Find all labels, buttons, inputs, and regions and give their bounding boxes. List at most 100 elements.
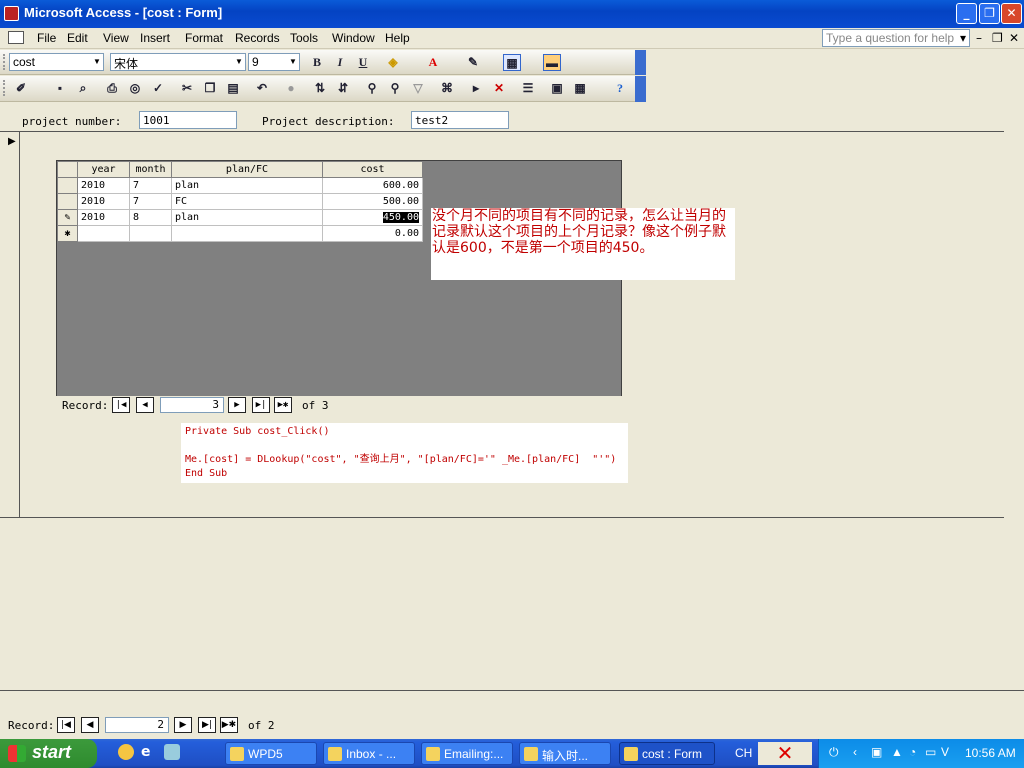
previous-record-button[interactable]: ◀: [81, 717, 99, 733]
paste-icon[interactable]: ▤: [224, 80, 242, 97]
month-cell[interactable]: 7: [129, 193, 172, 210]
toolbar-grip[interactable]: [3, 80, 6, 96]
filter-by-selection-icon[interactable]: ⚲: [363, 80, 381, 97]
plan-fc-cell[interactable]: plan: [171, 209, 323, 226]
year-cell[interactable]: 2010: [77, 193, 130, 210]
quicklaunch-app-icon[interactable]: [164, 744, 180, 760]
object-combo[interactable]: cost ▼: [9, 53, 104, 71]
new-record-button[interactable]: ▶✱: [220, 717, 238, 733]
year-cell[interactable]: [77, 225, 130, 242]
record-selector[interactable]: ▶: [0, 131, 20, 518]
security-icon[interactable]: ▲: [891, 745, 903, 759]
toolbar-grip[interactable]: [3, 54, 6, 70]
help-icon[interactable]: ?: [611, 80, 629, 97]
cost-cell[interactable]: 600.00: [322, 177, 423, 194]
month-cell[interactable]: [129, 225, 172, 242]
select-all-cell[interactable]: [57, 161, 78, 178]
mdi-minimize-icon[interactable]: –: [976, 31, 982, 45]
find-icon[interactable]: ⌘: [438, 80, 456, 97]
cost-cell-selected[interactable]: 450.00: [322, 209, 423, 226]
year-cell[interactable]: 2010: [77, 209, 130, 226]
mdi-close-icon[interactable]: ✕: [1009, 31, 1019, 45]
save-icon[interactable]: ▪: [51, 80, 69, 97]
delete-record-icon[interactable]: ✕: [490, 80, 508, 97]
first-record-button[interactable]: |◀: [57, 717, 75, 733]
plan-fc-cell[interactable]: plan: [171, 177, 323, 194]
column-header-year[interactable]: year: [77, 161, 130, 178]
chevron-down-icon[interactable]: ▼: [287, 54, 299, 70]
sort-ascending-icon[interactable]: ⇅: [311, 80, 329, 97]
internet-explorer-icon[interactable]: e: [141, 744, 157, 760]
menu-view[interactable]: View: [103, 31, 129, 45]
apply-filter-icon[interactable]: ▽: [409, 80, 427, 97]
cost-cell[interactable]: 500.00: [322, 193, 423, 210]
next-record-button[interactable]: ▶: [174, 717, 192, 733]
task-cost-form[interactable]: cost : Form: [619, 742, 715, 765]
power-icon[interactable]: ⏻: [829, 745, 839, 760]
vpn-icon[interactable]: V: [941, 745, 949, 759]
line-width-icon[interactable]: ▬: [543, 54, 561, 71]
italic-button[interactable]: I: [331, 54, 349, 71]
project-description-field[interactable]: test2: [411, 111, 509, 129]
menu-tools[interactable]: Tools: [290, 31, 318, 45]
previous-record-button[interactable]: ◀: [136, 397, 154, 413]
line-color-icon[interactable]: ✎: [464, 54, 482, 71]
column-header-plan-fc[interactable]: plan/FC: [171, 161, 323, 178]
chevron-down-icon[interactable]: ▼: [233, 54, 245, 70]
minimize-button[interactable]: _: [956, 3, 977, 24]
toolbar-options-icon[interactable]: [635, 76, 646, 102]
task-input[interactable]: 输入时...: [519, 742, 611, 765]
project-number-field[interactable]: 1001: [139, 111, 237, 129]
font-size-combo[interactable]: 9 ▼: [248, 53, 300, 71]
mdi-restore-icon[interactable]: ❐: [992, 31, 1003, 45]
toolbar-options-icon[interactable]: [635, 50, 646, 75]
help-search-input[interactable]: Type a question for help: [822, 29, 970, 47]
tray-expand-icon[interactable]: ‹: [853, 745, 857, 759]
task-ch[interactable]: CH: [729, 742, 753, 765]
menu-records[interactable]: Records: [235, 31, 280, 45]
year-cell[interactable]: 2010: [77, 177, 130, 194]
menu-window[interactable]: Window: [332, 31, 375, 45]
first-record-button[interactable]: |◀: [112, 397, 130, 413]
menu-file[interactable]: File: [37, 31, 56, 45]
database-window-icon[interactable]: ▣: [548, 80, 566, 97]
restore-button[interactable]: ❐: [979, 3, 1000, 24]
column-header-cost[interactable]: cost: [322, 161, 423, 178]
plan-fc-cell[interactable]: [171, 225, 323, 242]
plan-fc-cell[interactable]: FC: [171, 193, 323, 210]
last-record-button[interactable]: ▶|: [252, 397, 270, 413]
month-cell[interactable]: 7: [129, 177, 172, 194]
cost-cell[interactable]: 0.00: [322, 225, 423, 242]
fill-color-icon[interactable]: ◈: [384, 54, 402, 71]
underline-button[interactable]: U: [354, 54, 372, 71]
cut-icon[interactable]: ✂: [178, 80, 196, 97]
monitor-icon[interactable]: ▭: [925, 745, 936, 759]
view-icon[interactable]: ✐: [12, 80, 30, 97]
clock[interactable]: 10:56 AM: [965, 746, 1016, 760]
row-selector[interactable]: [57, 193, 78, 210]
menu-insert[interactable]: Insert: [140, 31, 170, 45]
form-window-icon[interactable]: [8, 31, 24, 44]
new-record-button[interactable]: ▶✱: [274, 397, 292, 413]
column-header-month[interactable]: month: [129, 161, 172, 178]
print-preview-icon[interactable]: ◎: [126, 80, 144, 97]
font-combo[interactable]: 宋体 ▼: [110, 53, 246, 71]
new-record-selector[interactable]: ✱: [57, 225, 78, 242]
properties-icon[interactable]: ☰: [519, 80, 537, 97]
quicklaunch-clock-icon[interactable]: [118, 744, 134, 760]
new-object-icon[interactable]: ▦: [571, 80, 589, 97]
menu-edit[interactable]: Edit: [67, 31, 88, 45]
bold-button[interactable]: B: [308, 54, 326, 71]
task-emailing[interactable]: Emailing:...: [421, 742, 513, 765]
access-app-icon[interactable]: [4, 6, 19, 21]
row-selector-editing[interactable]: ✎: [57, 209, 78, 226]
start-button[interactable]: start: [0, 739, 97, 768]
spelling-icon[interactable]: ✓: [149, 80, 167, 97]
close-button[interactable]: ✕: [1001, 3, 1022, 24]
last-record-button[interactable]: ▶|: [198, 717, 216, 733]
sort-descending-icon[interactable]: ⇵: [334, 80, 352, 97]
month-cell[interactable]: 8: [129, 209, 172, 226]
task-wpd5[interactable]: WPD5: [225, 742, 317, 765]
next-record-button[interactable]: ▶: [228, 397, 246, 413]
border-style-icon[interactable]: ▦: [503, 54, 521, 71]
